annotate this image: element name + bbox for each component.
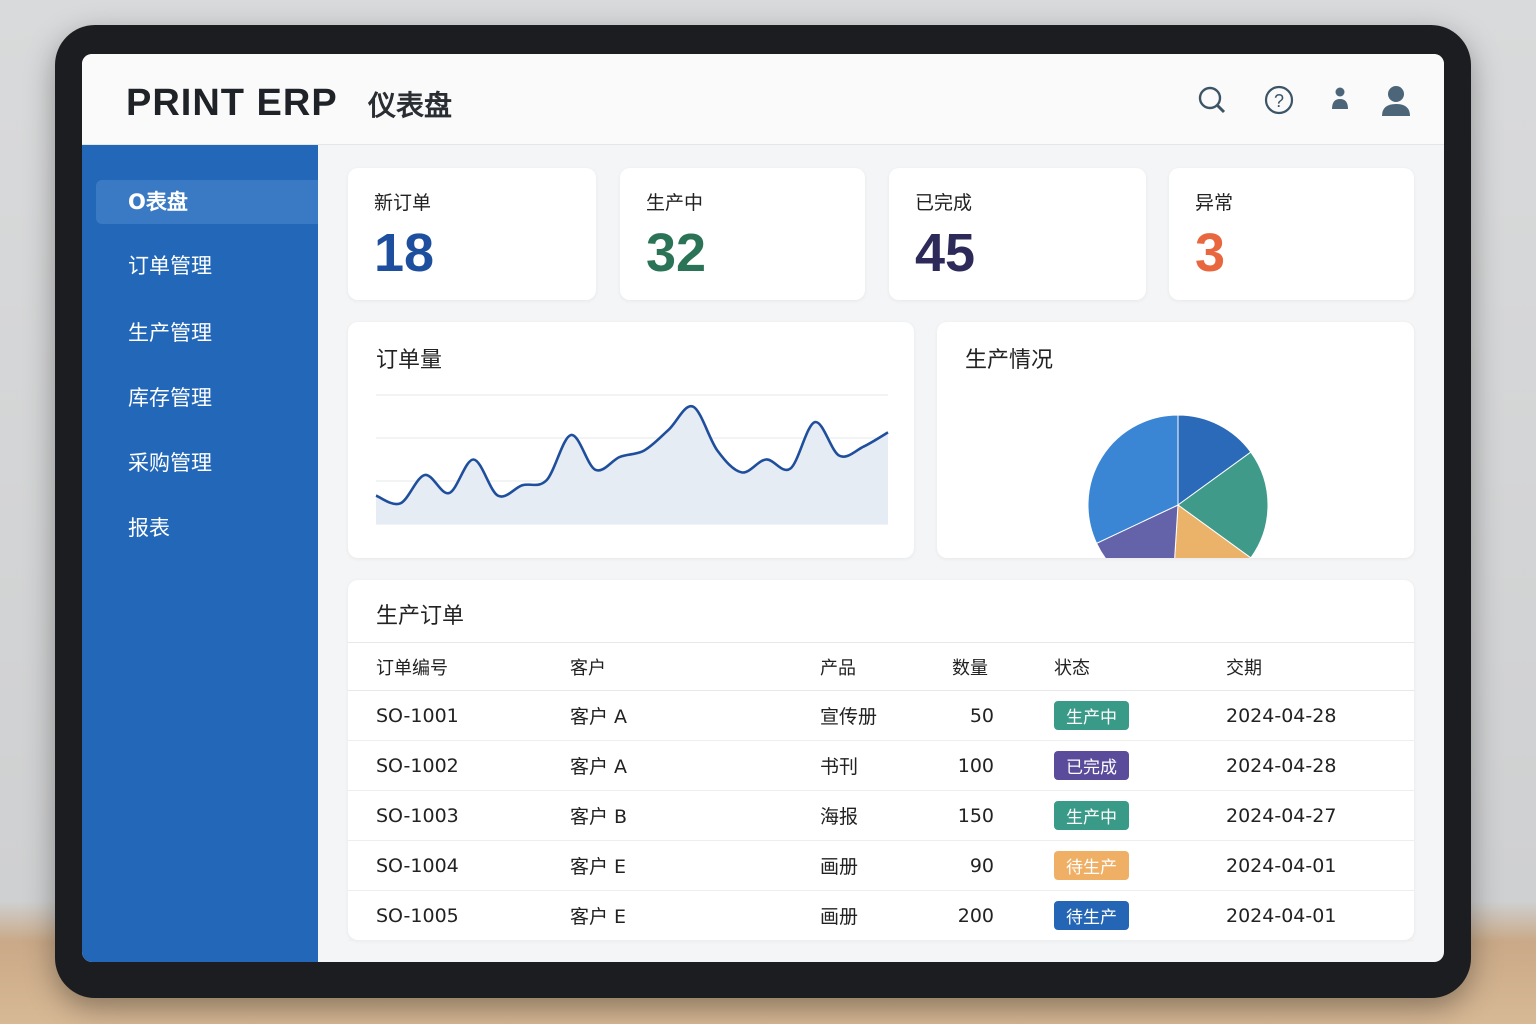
stat-value: 45 [915, 223, 976, 283]
table-title: 生产订单 [376, 604, 465, 629]
top-header: PRINT ERP 仪表盘 ? [82, 54, 1444, 145]
stat-label: 新订单 [374, 192, 432, 214]
order-id[interactable]: SO-1005 [348, 890, 570, 941]
customer: 客户 B [570, 790, 820, 841]
due-date: 2024-04-01 [1226, 890, 1414, 941]
customer: 客户 A [570, 690, 820, 741]
quantity: 50 [930, 690, 1054, 741]
col-quantity[interactable]: 数量 [930, 642, 1054, 691]
table-row[interactable]: SO-1003 客户 B 海报 150 生产中 2024-04-27 [348, 790, 1414, 841]
production-pie-chart [1087, 414, 1269, 558]
table-row[interactable]: SO-1002 客户 A 书刊 100 已完成 2024-04-28 [348, 740, 1414, 791]
sidebar-item-production[interactable]: 生产管理 [96, 311, 318, 355]
sidebar: O表盘 订单管理 生产管理 库存管理 采购管理 报表 [82, 145, 318, 962]
product: 画册 [820, 840, 930, 891]
status-badge: 待生产 [1054, 851, 1129, 880]
stat-value: 3 [1195, 223, 1226, 283]
table-row[interactable]: SO-1001 客户 A 宣传册 50 生产中 2024-04-28 [348, 690, 1414, 741]
due-date: 2024-04-28 [1226, 690, 1414, 741]
sidebar-item-purchasing[interactable]: 采购管理 [96, 441, 318, 485]
order-volume-chart [375, 394, 889, 525]
sidebar-item-inventory[interactable]: 库存管理 [96, 376, 318, 420]
order-id[interactable]: SO-1004 [348, 840, 570, 891]
table-row[interactable]: SO-1005 客户 E 画册 200 待生产 2024-04-01 [348, 890, 1414, 941]
stat-card-completed[interactable]: 已完成 45 [889, 168, 1146, 300]
stat-label: 已完成 [915, 192, 973, 214]
status-badge: 已完成 [1054, 751, 1129, 780]
order-volume-card: 订单量 [348, 322, 914, 558]
stat-card-exceptions[interactable]: 异常 3 [1169, 168, 1414, 300]
sidebar-item-dashboard[interactable]: O表盘 [96, 180, 318, 224]
customer: 客户 E [570, 890, 820, 941]
customer: 客户 E [570, 840, 820, 891]
page-title: 仪表盘 [368, 89, 453, 122]
user-icon[interactable] [1322, 82, 1358, 118]
table-row[interactable]: SO-1004 客户 E 画册 90 待生产 2024-04-01 [348, 840, 1414, 891]
status-badge: 生产中 [1054, 801, 1129, 830]
due-date: 2024-04-28 [1226, 740, 1414, 791]
quantity: 150 [930, 790, 1054, 841]
product: 书刊 [820, 740, 930, 791]
order-id[interactable]: SO-1001 [348, 690, 570, 741]
status-badge: 待生产 [1054, 901, 1129, 930]
col-due-date[interactable]: 交期 [1226, 642, 1414, 691]
svg-text:?: ? [1274, 91, 1284, 111]
stat-card-new-orders[interactable]: 新订单 18 [348, 168, 596, 300]
stat-value: 18 [374, 223, 435, 283]
stat-label: 异常 [1195, 192, 1234, 214]
status-badge: 生产中 [1054, 701, 1129, 730]
order-id[interactable]: SO-1003 [348, 790, 570, 841]
sidebar-item-orders[interactable]: 订单管理 [96, 244, 318, 288]
sidebar-item-reports[interactable]: 报表 [96, 506, 318, 550]
customer: 客户 A [570, 740, 820, 791]
production-status-card: 生产情况 [937, 322, 1414, 558]
order-id[interactable]: SO-1002 [348, 740, 570, 791]
product: 宣传册 [820, 690, 930, 741]
production-orders-card: 生产订单 订单编号 客户 产品 数量 状态 交期 SO-1001 客户 A 宣传… [348, 580, 1414, 941]
search-icon[interactable] [1194, 82, 1230, 118]
stat-value: 32 [646, 223, 707, 283]
quantity: 200 [930, 890, 1054, 941]
due-date: 2024-04-01 [1226, 840, 1414, 891]
col-order-id[interactable]: 订单编号 [348, 642, 570, 691]
quantity: 100 [930, 740, 1054, 791]
col-customer[interactable]: 客户 [570, 642, 820, 691]
product: 画册 [820, 890, 930, 941]
app-screen: PRINT ERP 仪表盘 ? O表盘 订单管理 生产管理 库存管理 采购管理 … [82, 54, 1444, 962]
stat-card-in-production[interactable]: 生产中 32 [620, 168, 865, 300]
account-icon[interactable] [1376, 80, 1416, 120]
stat-label: 生产中 [646, 192, 704, 214]
due-date: 2024-04-27 [1226, 790, 1414, 841]
col-status[interactable]: 状态 [1054, 642, 1226, 691]
product: 海报 [820, 790, 930, 841]
help-icon[interactable]: ? [1261, 82, 1297, 118]
quantity: 90 [930, 840, 1054, 891]
col-product[interactable]: 产品 [820, 642, 930, 691]
brand-logo[interactable]: PRINT ERP [126, 82, 338, 125]
orders-table: 订单编号 客户 产品 数量 状态 交期 SO-1001 客户 A 宣传册 50 … [348, 642, 1414, 941]
table-header-row: 订单编号 客户 产品 数量 状态 交期 [348, 642, 1414, 691]
